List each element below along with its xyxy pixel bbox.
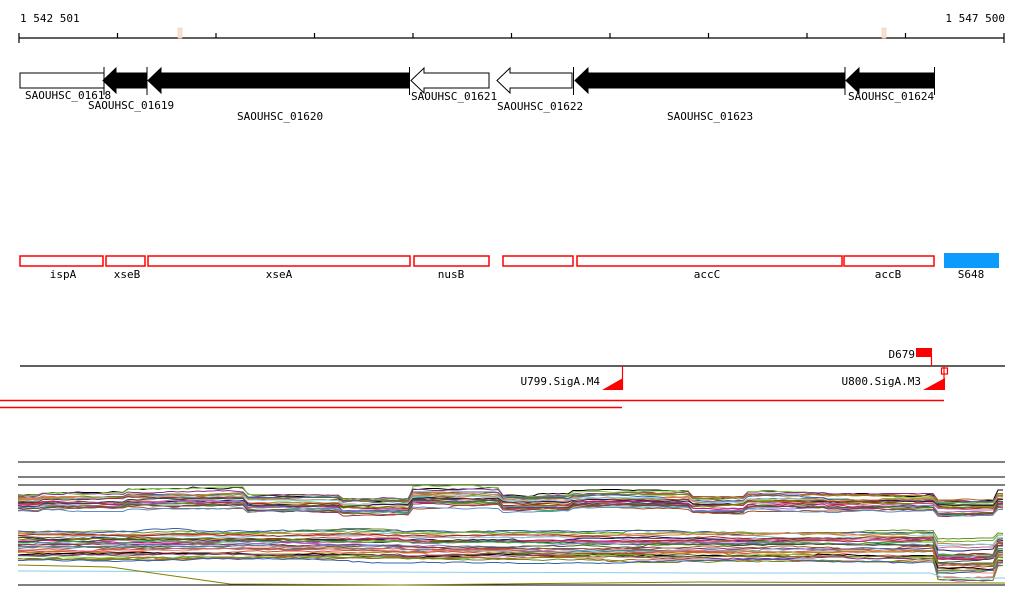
marker-u800-label: U800.SigA.M3: [841, 375, 921, 388]
blue-feature-label: S648: [957, 268, 985, 281]
feature-label: xseB: [113, 268, 141, 281]
expression-stray-line: [17, 564, 1006, 586]
gene-label: SAOUHSC_01620: [237, 110, 324, 123]
feature-label: nusB: [437, 268, 465, 281]
blue-feature-box[interactable]: [944, 253, 999, 268]
marker-u799-flag-triangle[interactable]: [602, 378, 623, 390]
gene-label: SAOUHSC_01623: [667, 110, 754, 123]
feature-box[interactable]: [576, 255, 843, 267]
marker-d679-label: D679: [888, 348, 916, 361]
feature-box[interactable]: [147, 255, 411, 267]
gene-label: SAOUHSC_01622: [497, 100, 584, 113]
ruler-end-label: 1 547 500: [945, 12, 1005, 25]
gene-box[interactable]: [19, 72, 105, 89]
marker-u800-flag-triangle[interactable]: [923, 378, 945, 390]
feature-label: accB: [874, 268, 902, 281]
genome-browser-view: 1 542 501 1 547 500 SAOUHSC_01618 SAOUHSC_0…: [0, 0, 1024, 611]
gene-arrow[interactable]: [147, 66, 410, 95]
feature-box[interactable]: [19, 255, 104, 267]
ruler-start-label: 1 542 501: [20, 12, 80, 25]
ruler-highlight-mark: [177, 27, 183, 39]
feature-label: accC: [693, 268, 721, 281]
feature-label: xseA: [265, 268, 293, 281]
gene-label: SAOUHSC_01624: [848, 90, 935, 103]
feature-box[interactable]: [105, 255, 146, 267]
ruler-highlight-mark: [881, 27, 887, 39]
marker-d679-box[interactable]: [916, 348, 932, 357]
gene-label: SAOUHSC_01619: [88, 99, 175, 112]
gene-label: SAOUHSC_01621: [411, 90, 498, 103]
gene-arrow[interactable]: [574, 66, 845, 95]
feature-box[interactable]: [502, 255, 574, 267]
marker-u799-label: U799.SigA.M4: [520, 375, 600, 388]
feature-box[interactable]: [413, 255, 490, 267]
feature-box[interactable]: [843, 255, 935, 267]
gene-arrow[interactable]: [496, 66, 573, 95]
